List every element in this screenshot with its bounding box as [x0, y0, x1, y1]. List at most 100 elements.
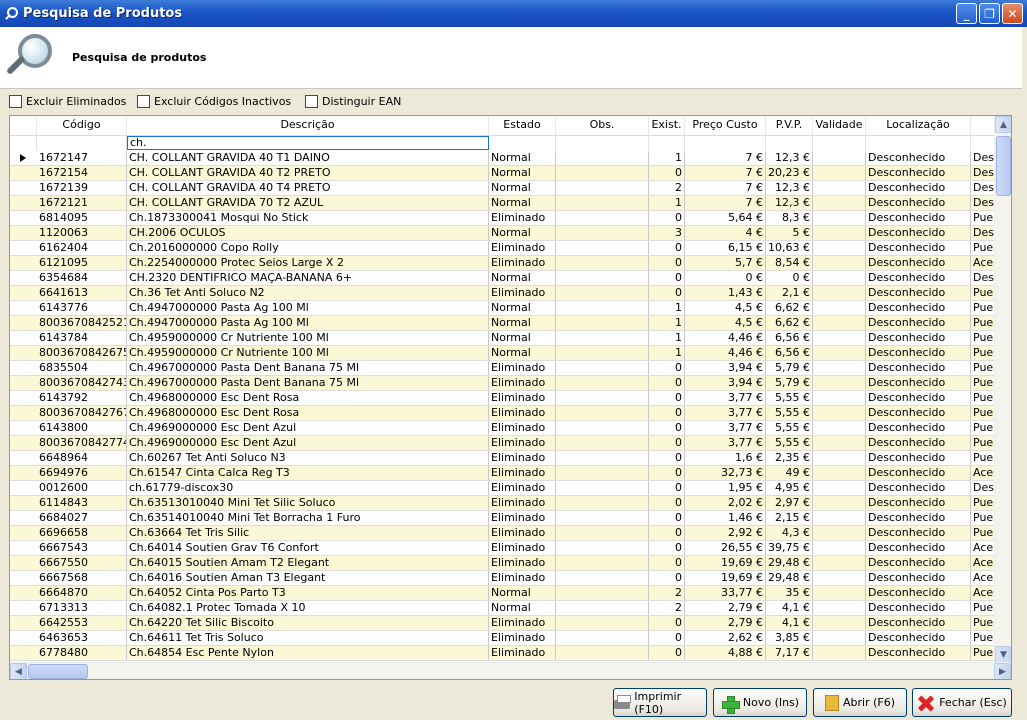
row-indicator[interactable] [10, 196, 37, 210]
close-window-button[interactable]: ✕ [1002, 3, 1023, 24]
table-row[interactable]: 6143800 Ch.4969000000 Esc Dent Azul Elimin… [10, 421, 995, 436]
row-indicator[interactable] [10, 421, 37, 435]
row-indicator[interactable] [10, 256, 37, 270]
close-button[interactable]: Fechar (Esc) [912, 688, 1012, 717]
row-indicator[interactable] [10, 346, 37, 360]
row-indicator[interactable] [10, 316, 37, 330]
filter-cell[interactable] [766, 136, 813, 150]
column-header[interactable]: Código [37, 116, 127, 136]
row-indicator[interactable] [10, 511, 37, 525]
grid-body[interactable]: 1672147 CH. COLLANT GRAVIDA 40 T1 DAINO No… [10, 151, 995, 663]
table-row[interactable]: 6648964 Ch.60267 Tet Anti Soluco N3 Elimin… [10, 451, 995, 466]
column-header[interactable]: Estado [489, 116, 556, 136]
checkbox-box[interactable] [305, 95, 318, 108]
table-row[interactable]: 1120063 CH.2006 OCULOS Normal 3 4 €5 € Descon… [10, 226, 995, 241]
table-row[interactable]: 6354684 CH.2320 DENTIFRICO MAÇA-BANANA 6+… [10, 271, 995, 286]
row-indicator[interactable] [10, 616, 37, 630]
vertical-scroll-thumb[interactable] [996, 136, 1011, 196]
row-indicator[interactable] [10, 526, 37, 540]
filter-cell[interactable] [685, 136, 766, 150]
table-row[interactable]: 1672139 CH. COLLANT GRAVIDA 40 T4 PRETO No… [10, 181, 995, 196]
filter-cell[interactable] [649, 136, 685, 150]
row-indicator[interactable] [10, 631, 37, 645]
row-indicator[interactable] [10, 331, 37, 345]
table-row[interactable]: 6143776 Ch.4947000000 Pasta Ag 100 Ml Norm… [10, 301, 995, 316]
table-row[interactable]: 6641613 Ch.36 Tet Anti Soluco N2 Eliminado… [10, 286, 995, 301]
description-filter-input[interactable]: ch. [127, 136, 489, 150]
scroll-left-icon[interactable]: ◀ [10, 663, 27, 679]
column-header-blank[interactable] [10, 116, 37, 136]
row-indicator[interactable] [10, 436, 37, 450]
filter-cell[interactable] [971, 136, 995, 150]
column-header[interactable]: P.V.P. [766, 116, 813, 136]
table-row[interactable]: 6835504 Ch.4967000000 Pasta Dent Banana 7… [10, 361, 995, 376]
table-row[interactable]: 6642553 Ch.64220 Tet Silic Biscoito Elimin… [10, 616, 995, 631]
new-button[interactable]: Novo (Ins) [713, 688, 807, 717]
column-header[interactable]: Descrição [127, 116, 489, 136]
vertical-scrollbar[interactable]: ▲ ▼ [994, 116, 1011, 663]
column-header-blank[interactable] [971, 116, 995, 136]
table-row[interactable]: 6143792 Ch.4968000000 Esc Dent Rosa Elimin… [10, 391, 995, 406]
row-indicator[interactable] [10, 151, 37, 165]
horizontal-scroll-thumb[interactable] [28, 664, 88, 679]
row-indicator[interactable] [10, 226, 37, 240]
row-indicator[interactable] [10, 571, 37, 585]
row-indicator[interactable] [10, 451, 37, 465]
table-row[interactable]: 8003670842743 Ch.4967000000 Pasta Dent Ba… [10, 376, 995, 391]
row-indicator[interactable] [10, 166, 37, 180]
table-row[interactable]: 6713313 Ch.64082.1 Protec Tomada X 10 Norm… [10, 601, 995, 616]
column-header[interactable]: Preço Custo [685, 116, 766, 136]
row-indicator[interactable] [10, 406, 37, 420]
row-indicator[interactable] [10, 466, 37, 480]
row-indicator[interactable] [10, 241, 37, 255]
table-row[interactable]: 6694976 Ch.61547 Cinta Calca Reg T3 Elimin… [10, 466, 995, 481]
table-row[interactable]: 6664870 Ch.64052 Cinta Pos Parto T3 Normal… [10, 586, 995, 601]
row-indicator[interactable] [10, 646, 37, 660]
column-header[interactable]: Exist. [649, 116, 685, 136]
filter-cell[interactable] [556, 136, 649, 150]
checkbox-box[interactable] [137, 95, 150, 108]
table-row[interactable]: 8003670842767 Ch.4968000000 Esc Dent Rosa… [10, 406, 995, 421]
exclude-inactive-codes-checkbox[interactable]: Excluir Códigos Inactivos [137, 95, 291, 108]
scroll-right-icon[interactable]: ▶ [994, 663, 1011, 679]
distinguish-ean-checkbox[interactable]: Distinguir EAN [305, 95, 401, 108]
row-indicator[interactable] [10, 481, 37, 495]
table-row[interactable]: 1672121 CH. COLLANT GRAVIDA 70 T2 AZUL Nor… [10, 196, 995, 211]
row-indicator[interactable] [10, 586, 37, 600]
row-indicator[interactable] [10, 376, 37, 390]
table-row[interactable]: 6814095 Ch.1873300041 Mosqui No Stick Elim… [10, 211, 995, 226]
filter-cell[interactable] [813, 136, 866, 150]
products-grid[interactable]: Código Descrição Estado Obs. Exist. Preço Cus… [9, 115, 1012, 680]
table-row[interactable]: 6162404 Ch.2016000000 Copo Rolly Eliminado… [10, 241, 995, 256]
filter-cell[interactable] [489, 136, 556, 150]
scroll-up-icon[interactable]: ▲ [995, 116, 1011, 133]
minimize-button[interactable]: _ [956, 3, 977, 24]
restore-button[interactable]: ❐ [979, 3, 1000, 24]
row-indicator[interactable] [10, 301, 37, 315]
checkbox-box[interactable] [9, 95, 22, 108]
row-indicator[interactable] [10, 361, 37, 375]
table-row[interactable]: 6463653 Ch.64611 Tet Tris Soluco Eliminado… [10, 631, 995, 646]
table-row[interactable]: 6778480 Ch.64854 Esc Pente Nylon Eliminado… [10, 646, 995, 661]
row-indicator[interactable] [10, 211, 37, 225]
table-row[interactable]: 6121095 Ch.2254000000 Protec Seios Large … [10, 256, 995, 271]
table-row[interactable]: 8003670842774 Ch.4969000000 Esc Dent Azul… [10, 436, 995, 451]
row-indicator[interactable] [10, 271, 37, 285]
horizontal-scrollbar[interactable]: ◀ ▶ [10, 662, 1011, 679]
table-row[interactable]: 0012600 ch.61779-discox30 Eliminado 0 1,95 €… [10, 481, 995, 496]
row-indicator[interactable] [10, 601, 37, 615]
row-indicator[interactable] [10, 286, 37, 300]
column-header[interactable]: Validade [813, 116, 866, 136]
filter-cell[interactable] [37, 136, 127, 150]
table-row[interactable]: 1672147 CH. COLLANT GRAVIDA 40 T1 DAINO No… [10, 151, 995, 166]
row-indicator[interactable] [10, 391, 37, 405]
row-indicator[interactable] [10, 556, 37, 570]
table-row[interactable]: 6667550 Ch.64015 Soutien Amam T2 Elegant E… [10, 556, 995, 571]
table-row[interactable]: 1672154 CH. COLLANT GRAVIDA 40 T2 PRETO No… [10, 166, 995, 181]
row-indicator[interactable] [10, 541, 37, 555]
table-row[interactable]: 6696658 Ch.63664 Tet Tris Silic Eliminado 0… [10, 526, 995, 541]
column-header[interactable]: Localização [866, 116, 971, 136]
table-row[interactable]: 8003670842521 Ch.4947000000 Pasta Ag 100 … [10, 316, 995, 331]
table-row[interactable]: 6667543 Ch.64014 Soutien Grav T6 Confort E… [10, 541, 995, 556]
table-row[interactable]: 6143784 Ch.4959000000 Cr Nutriente 100 Ml… [10, 331, 995, 346]
